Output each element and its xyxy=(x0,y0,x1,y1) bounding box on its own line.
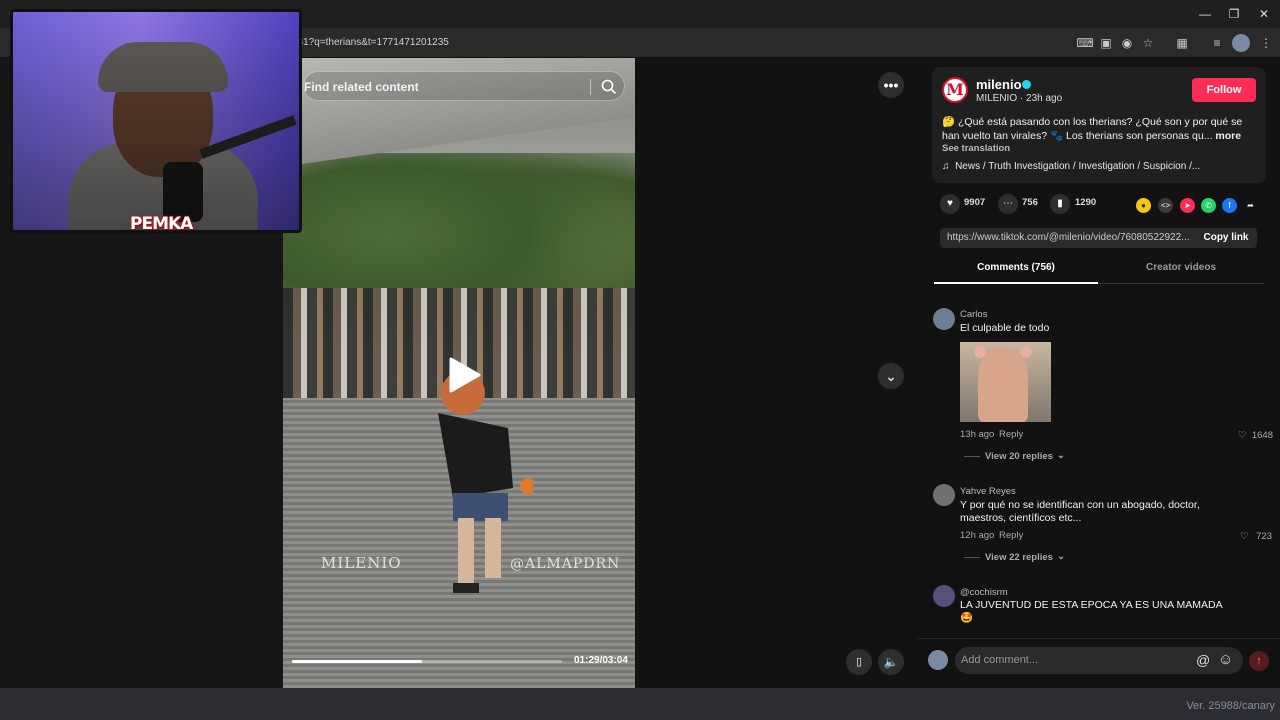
watermark-handle: @ALMAPDRN xyxy=(510,556,621,572)
view-replies-button[interactable]: View 22 replies xyxy=(985,552,1053,563)
comment-text: Y por qué no se identifican con un aboga… xyxy=(960,499,1200,524)
video-link-box: https://www.tiktok.com/@milenio/video/76… xyxy=(940,228,1257,248)
embed-icon[interactable]: <> xyxy=(1158,198,1173,213)
video-link[interactable]: https://www.tiktok.com/@milenio/video/76… xyxy=(947,228,1192,248)
add-comment-placeholder: Add comment... xyxy=(961,654,1039,666)
send-share-icon[interactable]: ➤ xyxy=(1180,198,1195,213)
star-icon[interactable]: ☆ xyxy=(1139,34,1157,52)
more-options-icon[interactable]: ••• xyxy=(878,72,904,98)
like-icon[interactable]: ♥ xyxy=(940,194,960,214)
comment-likes: 1648 xyxy=(1251,430,1273,441)
replies-line xyxy=(964,557,980,558)
related-search-bar[interactable]: Find related content xyxy=(303,71,625,101)
author-avatar-letter: M xyxy=(946,80,964,99)
url-field[interactable]: 031?q=therians&t=1771471201235 xyxy=(292,33,1052,53)
extensions-icon[interactable]: ▦ xyxy=(1173,34,1191,52)
streamer-logo: PEMKA xyxy=(130,214,193,234)
watermark-milenio: MILENIO xyxy=(321,554,402,572)
video-time: 01:29/03:04 xyxy=(574,655,628,666)
cast-icon[interactable]: ▣ xyxy=(1097,34,1115,52)
music-note-icon: ♫ xyxy=(942,161,956,172)
volume-icon[interactable]: 🔈 xyxy=(878,649,904,675)
related-search-input[interactable]: Find related content xyxy=(304,72,419,102)
more-link[interactable]: more xyxy=(1215,130,1241,142)
author-name[interactable]: milenio xyxy=(976,77,1022,92)
comment-avatar[interactable] xyxy=(933,585,955,607)
like-count: 9907 xyxy=(964,197,986,208)
translate-icon[interactable]: ⌨ xyxy=(1076,34,1094,52)
video-progress-bar[interactable] xyxy=(292,660,562,663)
author-avatar[interactable]: M xyxy=(942,77,968,103)
author-subtitle: MILENIO · 23h ago xyxy=(976,93,1063,104)
tab-comments[interactable]: Comments (756) xyxy=(934,262,1098,284)
webcam-overlay xyxy=(10,9,302,233)
eye-off-icon[interactable]: ◉ xyxy=(1118,34,1136,52)
menu-kebab-icon[interactable]: ⋮ xyxy=(1257,34,1275,52)
comment-text: LA JUVENTUD DE ESTA EPOCA YA ES UNA MAMA… xyxy=(960,599,1222,624)
tab-creator-videos[interactable]: Creator videos xyxy=(1098,262,1264,284)
comment-avatar[interactable] xyxy=(933,484,955,506)
pig-costume xyxy=(978,348,1028,422)
video-progress-fill xyxy=(292,660,422,663)
description-text: 🤔 ¿Qué está pasando con los therians? ¿Q… xyxy=(942,116,1243,142)
comment-count: 756 xyxy=(1022,197,1038,208)
current-user-avatar xyxy=(928,650,948,670)
search-icon[interactable] xyxy=(600,78,618,96)
comment-username[interactable]: Carlos xyxy=(960,309,987,320)
post-description: 🤔 ¿Qué está pasando con los therians? ¿Q… xyxy=(942,115,1257,143)
comment-avatar[interactable] xyxy=(933,308,955,330)
comment-time: 13h ago xyxy=(960,429,995,440)
profile-avatar-icon[interactable] xyxy=(1232,34,1250,52)
reading-list-icon[interactable]: ≡ xyxy=(1208,34,1226,52)
mini-player-icon[interactable]: ▯ xyxy=(846,649,872,675)
music-title: News / Truth Investigation / Investigati… xyxy=(955,161,1201,172)
comment-like-icon[interactable]: ♡ xyxy=(1240,531,1249,542)
see-translation-link[interactable]: See translation xyxy=(942,143,1010,154)
emoji-icon[interactable]: ☺ xyxy=(1218,651,1233,668)
comment-like-icon[interactable]: ♡ xyxy=(1238,430,1247,441)
copy-link-button[interactable]: Copy link xyxy=(1195,228,1257,248)
whatsapp-icon[interactable]: ✆ xyxy=(1201,198,1216,213)
chevron-down-icon[interactable]: ⌄ xyxy=(1057,450,1065,461)
chevron-down-icon[interactable]: ⌄ xyxy=(1057,551,1065,562)
close-icon[interactable]: ✕ xyxy=(1249,4,1279,24)
status-bar xyxy=(0,688,1280,720)
coin-share-icon[interactable]: ● xyxy=(1136,198,1151,213)
reply-button[interactable]: Reply xyxy=(999,429,1023,440)
comment-username[interactable]: @cochisrm xyxy=(960,587,1008,598)
mention-icon[interactable]: @ xyxy=(1196,652,1210,668)
comment-time: 12h ago xyxy=(960,530,995,541)
verified-badge-icon xyxy=(1022,80,1031,89)
comment-likes: 723 xyxy=(1256,531,1272,542)
version-label: Ver. 25988/canary xyxy=(1186,700,1275,712)
restore-icon[interactable]: ❐ xyxy=(1219,4,1249,24)
bookmark-icon[interactable]: ▮ xyxy=(1050,194,1070,214)
reply-button[interactable]: Reply xyxy=(999,530,1023,541)
comment-icon[interactable]: ⋯ xyxy=(998,194,1018,214)
follow-button[interactable]: Follow xyxy=(1192,78,1256,102)
facebook-icon[interactable]: f xyxy=(1222,198,1237,213)
save-count: 1290 xyxy=(1075,197,1097,208)
chevron-down-icon[interactable]: ⌄ xyxy=(878,363,904,389)
comment-username[interactable]: Yahve Reyes xyxy=(960,486,1016,497)
send-comment-icon[interactable]: ↑ xyxy=(1249,651,1269,671)
replies-line xyxy=(964,456,980,457)
minimize-icon[interactable]: — xyxy=(1190,4,1220,24)
play-icon[interactable] xyxy=(443,355,483,395)
view-replies-button[interactable]: View 20 replies xyxy=(985,451,1053,462)
music-row[interactable]: ♫ News / Truth Investigation / Investiga… xyxy=(942,161,1200,172)
webcam-shade xyxy=(13,12,299,230)
search-divider xyxy=(590,79,591,95)
comment-image[interactable] xyxy=(960,342,1051,422)
comment-text: El culpable de todo xyxy=(960,322,1050,334)
add-comment-input[interactable]: Add comment... @ ☺ xyxy=(955,647,1243,674)
share-arrow-icon[interactable]: ➦ xyxy=(1243,198,1258,213)
